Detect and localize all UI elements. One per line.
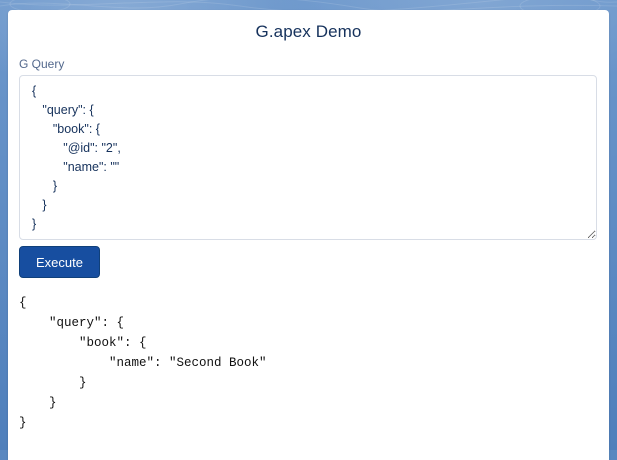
query-textarea[interactable]: [19, 75, 597, 240]
query-label: G Query: [19, 57, 65, 71]
result-output: { "query": { "book": { "name": "Second B…: [19, 296, 267, 430]
execute-button[interactable]: Execute: [19, 246, 100, 278]
page-title: G.apex Demo: [255, 22, 362, 41]
demo-card: G.apex Demo G Query Execute { "query": {…: [8, 10, 609, 460]
